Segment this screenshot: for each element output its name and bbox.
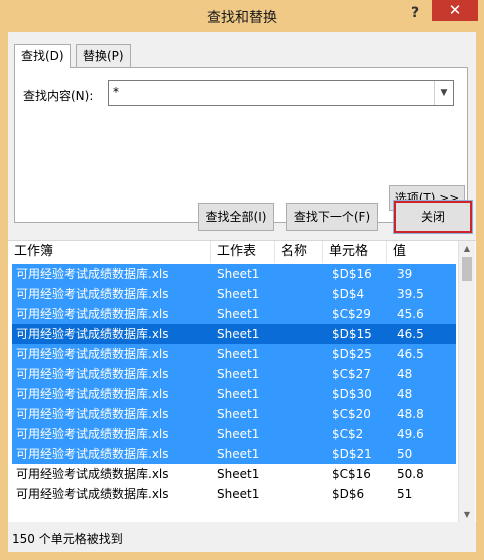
cell-sheet: Sheet1 xyxy=(217,367,260,381)
cell-sheet: Sheet1 xyxy=(217,287,260,301)
cell-book: 可用经验考试成绩数据库.xls xyxy=(16,287,169,301)
cell-value: 39.5 xyxy=(397,287,424,301)
find-replace-dialog: 查找和替换 ? ✕ 查找(D) 替换(P) 查找内容(N): * ▼ 选项(T)… xyxy=(0,0,484,560)
cell-book: 可用经验考试成绩数据库.xls xyxy=(16,447,169,461)
status-text: 150 个单元格被找到 xyxy=(12,532,123,546)
table-row[interactable]: 可用经验考试成绩数据库.xls Sheet1 $D$16 39 xyxy=(12,264,456,284)
cell-cell: $C$29 xyxy=(332,307,371,321)
cell-book: 可用经验考试成绩数据库.xls xyxy=(16,407,169,421)
cell-value: 45.6 xyxy=(397,307,424,321)
find-what-label: 查找内容(N): xyxy=(23,89,94,103)
cell-book: 可用经验考试成绩数据库.xls xyxy=(16,367,169,381)
cell-value: 48 xyxy=(397,387,413,401)
find-what-value: * xyxy=(113,85,119,99)
table-row[interactable]: 可用经验考试成绩数据库.xls Sheet1 $D$30 48 xyxy=(12,384,456,404)
cell-sheet: Sheet1 xyxy=(217,267,260,281)
help-icon[interactable]: ? xyxy=(404,2,426,24)
cell-book: 可用经验考试成绩数据库.xls xyxy=(16,267,169,281)
cell-book: 可用经验考试成绩数据库.xls xyxy=(16,387,169,401)
table-row[interactable]: 可用经验考试成绩数据库.xls Sheet1 $D$4 39.5 xyxy=(12,284,456,304)
cell-cell: $D$6 xyxy=(332,487,365,501)
cell-cell: $C$2 xyxy=(332,427,364,441)
cell-sheet: Sheet1 xyxy=(217,447,260,461)
table-row[interactable]: 可用经验考试成绩数据库.xls Sheet1 $C$2 49.6 xyxy=(12,424,456,444)
cell-value: 39 xyxy=(397,267,413,281)
status-bar: 150 个单元格被找到 xyxy=(8,522,476,552)
table-row[interactable]: 可用经验考试成绩数据库.xls Sheet1 $C$20 48.8 xyxy=(12,404,456,424)
cell-book: 可用经验考试成绩数据库.xls xyxy=(16,487,169,501)
cell-cell: $C$16 xyxy=(332,467,371,481)
column-header-cell[interactable]: 单元格 xyxy=(323,241,387,263)
scroll-down-icon[interactable]: ▼ xyxy=(459,507,475,523)
results-header: 工作簿 工作表 名称 单元格 值 xyxy=(8,241,458,263)
cell-sheet: Sheet1 xyxy=(217,467,260,481)
table-row[interactable]: 可用经验考试成绩数据库.xls Sheet1 $C$29 45.6 xyxy=(12,304,456,324)
cell-book: 可用经验考试成绩数据库.xls xyxy=(16,427,169,441)
column-header-workbook[interactable]: 工作簿 xyxy=(8,241,211,263)
tab-find[interactable]: 查找(D) xyxy=(14,44,71,68)
column-header-value[interactable]: 值 xyxy=(387,241,456,263)
cell-value: 50.8 xyxy=(397,467,424,481)
vertical-scrollbar[interactable]: ▲ ▼ xyxy=(458,241,475,523)
cell-value: 48 xyxy=(397,367,413,381)
find-panel: 查找内容(N): * ▼ 选项(T) >> xyxy=(14,67,468,223)
scroll-thumb[interactable] xyxy=(462,257,472,281)
table-row[interactable]: 可用经验考试成绩数据库.xls Sheet1 $D$25 46.5 xyxy=(12,344,456,364)
column-header-sheet[interactable]: 工作表 xyxy=(211,241,275,263)
cell-value: 51 xyxy=(397,487,413,501)
table-row[interactable]: 可用经验考试成绩数据库.xls Sheet1 $C$27 48 xyxy=(12,364,456,384)
cell-cell: $D$21 xyxy=(332,447,372,461)
cell-book: 可用经验考试成绩数据库.xls xyxy=(16,347,169,361)
close-button[interactable]: 关闭 xyxy=(393,200,473,234)
cell-book: 可用经验考试成绩数据库.xls xyxy=(16,307,169,321)
scroll-up-icon[interactable]: ▲ xyxy=(459,241,475,257)
table-row[interactable]: 可用经验考试成绩数据库.xls Sheet1 $D$15 46.5 xyxy=(12,324,456,344)
cell-sheet: Sheet1 xyxy=(217,387,260,401)
chevron-down-icon[interactable]: ▼ xyxy=(434,81,453,105)
cell-sheet: Sheet1 xyxy=(217,487,260,501)
cell-value: 50 xyxy=(397,447,413,461)
cell-cell: $D$4 xyxy=(332,287,365,301)
cell-book: 可用经验考试成绩数据库.xls xyxy=(16,327,169,341)
cell-cell: $C$27 xyxy=(332,367,371,381)
find-what-input[interactable]: * ▼ xyxy=(108,80,454,106)
cell-cell: $C$20 xyxy=(332,407,371,421)
results-list[interactable]: 工作簿 工作表 名称 单元格 值 可用经验考试成绩数据库.xls Sheet1 $D… xyxy=(8,240,476,523)
title-bar[interactable]: 查找和替换 ? ✕ xyxy=(0,0,484,32)
cell-cell: $D$16 xyxy=(332,267,372,281)
find-all-button[interactable]: 查找全部(I) xyxy=(198,203,274,231)
cell-value: 48.8 xyxy=(397,407,424,421)
table-row[interactable]: 可用经验考试成绩数据库.xls Sheet1 $C$16 50.8 xyxy=(12,464,456,484)
cell-book: 可用经验考试成绩数据库.xls xyxy=(16,467,169,481)
cell-sheet: Sheet1 xyxy=(217,327,260,341)
cell-sheet: Sheet1 xyxy=(217,347,260,361)
cell-cell: $D$25 xyxy=(332,347,372,361)
cell-value: 49.6 xyxy=(397,427,424,441)
tab-replace[interactable]: 替换(P) xyxy=(76,44,131,67)
cell-cell: $D$15 xyxy=(332,327,372,341)
cell-value: 46.5 xyxy=(397,347,424,361)
column-header-name[interactable]: 名称 xyxy=(275,241,323,263)
cell-sheet: Sheet1 xyxy=(217,307,260,321)
close-icon[interactable]: ✕ xyxy=(432,0,478,21)
table-row[interactable]: 可用经验考试成绩数据库.xls Sheet1 $D$6 51 xyxy=(12,484,456,504)
find-next-button[interactable]: 查找下一个(F) xyxy=(286,203,378,231)
dialog-body: 查找(D) 替换(P) 查找内容(N): * ▼ 选项(T) >> 查找全部(I… xyxy=(8,32,476,552)
cell-value: 46.5 xyxy=(397,327,424,341)
cell-cell: $D$30 xyxy=(332,387,372,401)
cell-sheet: Sheet1 xyxy=(217,407,260,421)
cell-sheet: Sheet1 xyxy=(217,427,260,441)
table-row[interactable]: 可用经验考试成绩数据库.xls Sheet1 $D$21 50 xyxy=(12,444,456,464)
